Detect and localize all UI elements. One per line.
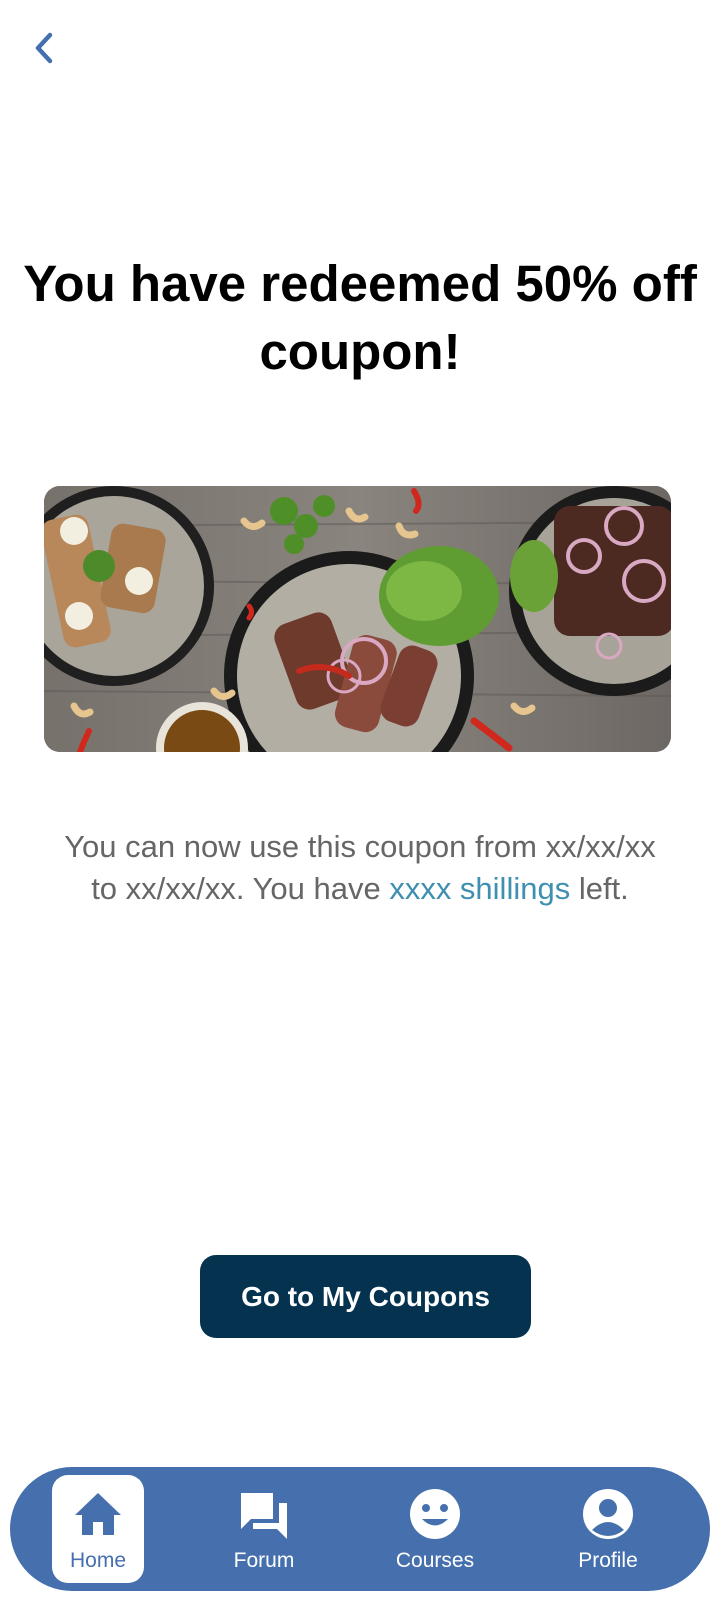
coupon-redeemed-screen: You have redeemed 50% off coupon! You ca… <box>0 0 720 1600</box>
profile-icon <box>581 1487 635 1541</box>
go-to-my-coupons-button[interactable]: Go to My Coupons <box>200 1255 531 1338</box>
tab-home[interactable]: Home <box>52 1475 144 1583</box>
tab-courses[interactable]: Courses <box>389 1475 481 1583</box>
tab-profile[interactable]: Profile <box>562 1475 654 1583</box>
page-title: You have redeemed 50% off coupon! <box>23 255 697 380</box>
tab-courses-label: Courses <box>395 1549 475 1572</box>
message-text-end: left. <box>570 871 629 906</box>
balance-highlight: xxxx shillings <box>389 871 571 906</box>
tab-profile-label: Profile <box>578 1549 638 1572</box>
smiley-icon <box>408 1487 462 1541</box>
coupon-validity-message: You can now use this coupon from xx/xx/x… <box>60 826 660 910</box>
chevron-left-icon <box>35 32 53 64</box>
tab-forum[interactable]: Forum <box>218 1475 310 1583</box>
hero-food-image <box>44 486 671 752</box>
tab-home-label: Home <box>69 1549 127 1572</box>
bottom-tab-bar: Home Forum Courses Profile <box>10 1467 710 1591</box>
food-bowls-photo <box>44 486 671 752</box>
back-button[interactable] <box>28 28 60 68</box>
home-icon <box>71 1487 125 1541</box>
tab-forum-label: Forum <box>233 1549 295 1572</box>
forum-icon <box>237 1487 291 1541</box>
